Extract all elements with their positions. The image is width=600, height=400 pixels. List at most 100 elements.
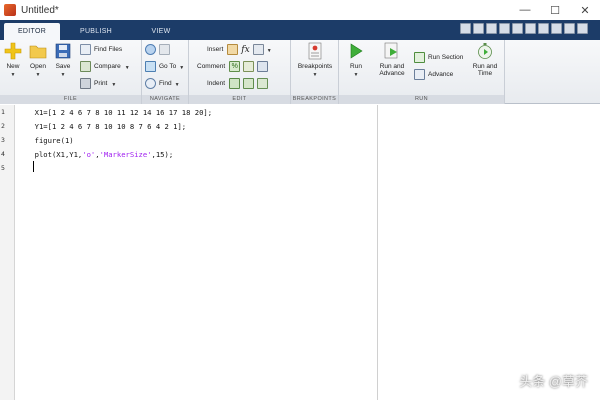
insert-label: Insert: [207, 46, 224, 53]
code-editor[interactable]: 1 2 3 4 5 X1=[1 2 4 6 7 8 10 11 12 14 16…: [0, 105, 600, 400]
toolstrip-ribbon: New ▼ Open ▼ Save ▼ Find Files Compare ▼: [0, 40, 600, 104]
fx-icon[interactable]: fx: [241, 45, 249, 55]
uncomment-icon[interactable]: [243, 61, 255, 72]
run-and-time-label-1: Run and: [472, 63, 498, 70]
cut-icon[interactable]: [486, 23, 497, 34]
forward-arrow-icon[interactable]: [159, 44, 170, 55]
title-bar: Untitled* — ☐ ✕: [0, 0, 600, 20]
line-number-gutter: 1 2 3 4 5: [0, 105, 15, 400]
folder-icon: [29, 45, 47, 59]
code-line-1[interactable]: X1=[1 2 4 6 7 8 10 11 12 14 16 17 18 20]…: [26, 108, 212, 117]
magnifier-icon: [145, 78, 156, 89]
chevron-down-icon: ▼: [179, 64, 185, 71]
go-to-button[interactable]: Go To ▼: [145, 61, 184, 72]
new-button[interactable]: New ▼: [3, 42, 23, 78]
save-icon[interactable]: [473, 23, 484, 34]
save-button[interactable]: Save ▼: [53, 42, 73, 78]
breakpoints-label: Breakpoints: [297, 63, 333, 70]
run-play-icon: [350, 43, 363, 59]
comment-label: Comment: [197, 63, 226, 70]
run-group: Run ▼ Run and Advance Run Section Advanc…: [339, 40, 505, 104]
chevron-down-icon: ▼: [174, 81, 180, 88]
insert-section-icon[interactable]: [227, 44, 239, 55]
go-to-icon: [145, 61, 156, 72]
chevron-down-icon: ▼: [124, 64, 130, 71]
run-and-advance-label-2: Advance: [379, 70, 405, 77]
comment-row: Comment %: [197, 61, 271, 72]
increase-indent-icon[interactable]: [243, 78, 255, 89]
run-label: Run: [350, 63, 362, 70]
find-files-icon: [80, 44, 91, 55]
run-section-button[interactable]: Run Section: [414, 52, 463, 63]
close-button[interactable]: ✕: [570, 0, 600, 20]
switch-windows-icon[interactable]: [551, 23, 562, 34]
go-to-label: Go To: [159, 63, 177, 70]
comment-percent-icon[interactable]: %: [229, 61, 241, 72]
redo-icon[interactable]: [538, 23, 549, 34]
breakpoints-group-label: BREAKPOINTS: [291, 95, 338, 104]
toolstrip-tabs: EDITOR PUBLISH VIEW: [0, 20, 600, 40]
indent-label: Indent: [207, 80, 226, 87]
run-and-time-button[interactable]: Run and Time: [469, 42, 501, 77]
window-title: Untitled*: [21, 4, 59, 16]
code-tail: ,15);: [151, 150, 174, 159]
watermark-text: 头条 @草芥: [519, 374, 588, 389]
string-literal: 'MarkerSize': [99, 150, 152, 159]
right-margin-line: [377, 105, 378, 400]
printer-icon: [80, 78, 91, 89]
open-button[interactable]: Open ▼: [27, 42, 49, 78]
file-group-label: FILE: [0, 95, 141, 104]
line-number: 4: [1, 150, 5, 158]
chevron-down-icon: ▼: [312, 72, 318, 78]
edit-group: Insert fx ▼ Comment % Indent EDIT: [189, 40, 291, 104]
matlab-logo-icon: [4, 4, 16, 16]
wrap-comment-icon[interactable]: [257, 61, 269, 72]
decrease-indent-icon[interactable]: [257, 78, 269, 89]
chevron-down-icon: ▼: [353, 72, 359, 78]
breakpoints-button[interactable]: Breakpoints ▼: [295, 42, 335, 78]
code-line-3[interactable]: figure(1): [26, 136, 74, 145]
help-icon[interactable]: [564, 23, 575, 34]
tab-editor[interactable]: EDITOR: [4, 23, 60, 40]
undo-icon[interactable]: [525, 23, 536, 34]
chevron-down-icon: ▼: [60, 72, 66, 78]
run-and-advance-button[interactable]: Run and Advance: [375, 42, 409, 77]
code-plot-call: plot(X1,Y1,: [26, 150, 83, 159]
open-label: Open: [30, 63, 46, 70]
chevron-down-icon: ▼: [111, 81, 117, 88]
matlab-editor-window: Untitled* — ☐ ✕ EDITOR PUBLISH VIEW New …: [0, 0, 600, 400]
insert-function-icon[interactable]: [252, 44, 264, 55]
tab-publish[interactable]: PUBLISH: [66, 23, 126, 40]
expand-icon[interactable]: [577, 23, 588, 34]
breakpoints-group: Breakpoints ▼ BREAKPOINTS: [291, 40, 339, 104]
run-and-advance-icon: [384, 42, 398, 59]
code-line-2[interactable]: Y1=[1 2 4 6 7 8 10 10 8 7 6 4 2 1];: [26, 122, 186, 131]
minimize-button[interactable]: —: [510, 0, 540, 20]
find-files-label: Find Files: [94, 46, 123, 53]
code-line-4[interactable]: plot(X1,Y1,'o','MarkerSize',15);: [26, 150, 174, 159]
stopwatch-icon: [478, 43, 492, 59]
quick-access-toolbar: [460, 23, 588, 37]
run-button[interactable]: Run ▼: [345, 42, 367, 78]
compare-label: Compare: [94, 63, 121, 70]
paste-icon[interactable]: [512, 23, 523, 34]
layout-icon[interactable]: [460, 23, 471, 34]
save-label: Save: [55, 63, 71, 70]
smart-indent-icon[interactable]: [229, 78, 241, 89]
find-files-button[interactable]: Find Files: [80, 44, 122, 55]
line-number: 5: [1, 164, 5, 172]
tab-view[interactable]: VIEW: [132, 23, 190, 40]
find-button[interactable]: Find ▼: [145, 78, 180, 89]
print-button[interactable]: Print ▼: [80, 78, 116, 89]
floppy-disk-icon: [55, 43, 71, 59]
back-forward-buttons[interactable]: [145, 44, 173, 55]
breakpoint-icon: [308, 42, 322, 60]
back-arrow-icon[interactable]: [145, 44, 156, 55]
advance-button[interactable]: Advance: [414, 69, 453, 80]
new-plus-icon: [4, 42, 22, 60]
maximize-button[interactable]: ☐: [540, 0, 570, 20]
copy-icon[interactable]: [499, 23, 510, 34]
compare-button[interactable]: Compare ▼: [80, 61, 130, 72]
chevron-down-icon[interactable]: ▼: [267, 48, 272, 54]
navigate-group-label: NAVIGATE: [142, 95, 188, 104]
